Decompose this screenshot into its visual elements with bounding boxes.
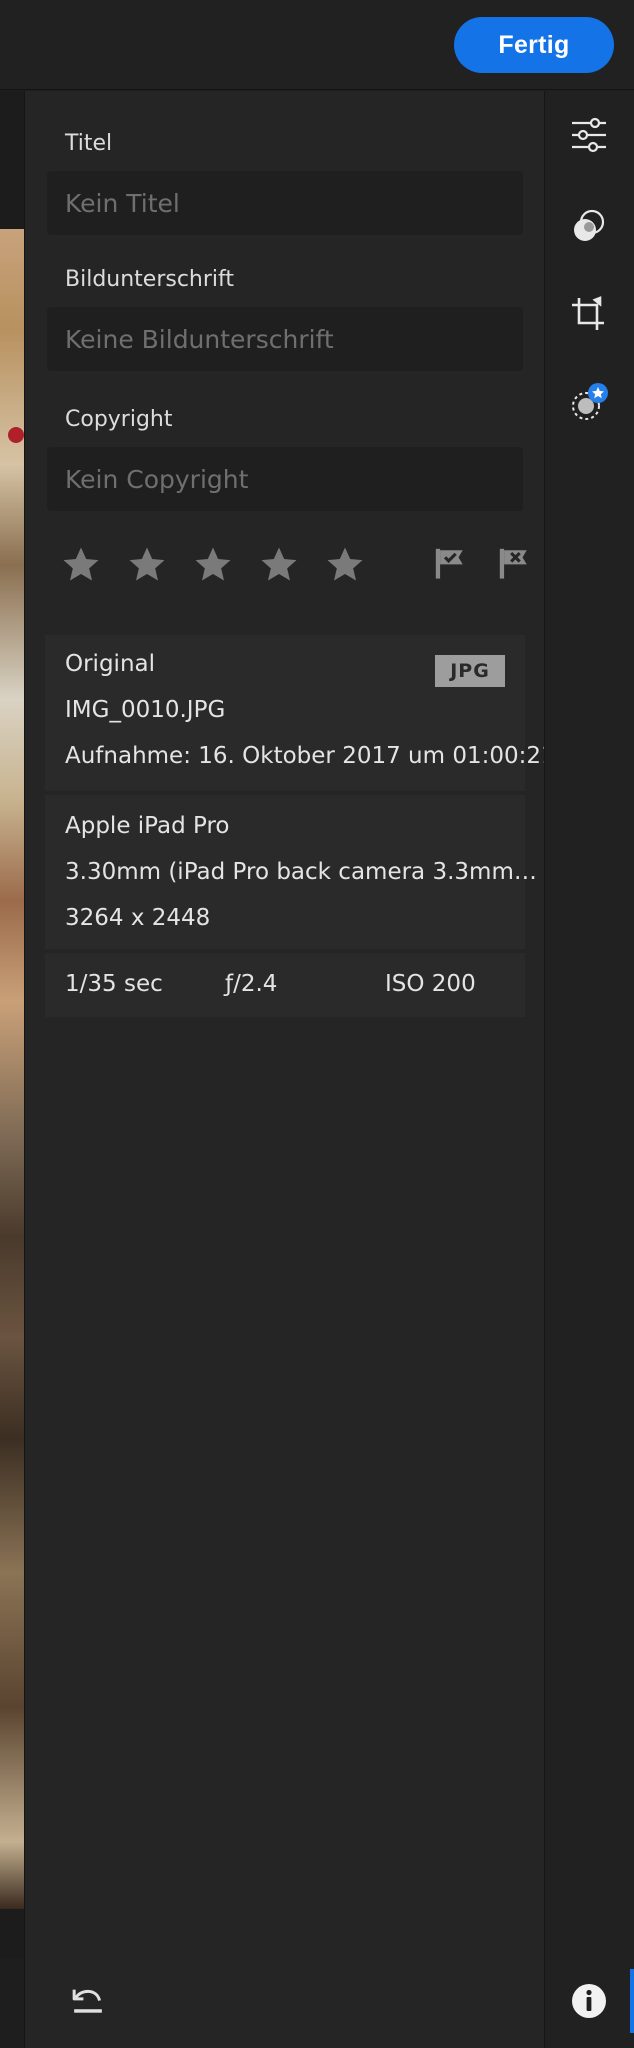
star-icon[interactable] — [61, 545, 101, 585]
photo-detail — [8, 427, 24, 443]
healing-icon[interactable] — [569, 383, 609, 423]
capture-date: Aufnahme: 16. Oktober 2017 um 01:00:21 — [65, 743, 556, 769]
copyright-field[interactable]: Kein Copyright — [47, 447, 523, 511]
active-tab-indicator — [630, 1969, 634, 2033]
exposure-info: 1/35 sec ƒ/2.4 ISO 200 — [45, 953, 525, 1017]
star-rating — [61, 545, 527, 585]
flag-reject-icon[interactable] — [497, 545, 531, 581]
filename: IMG_0010.JPG — [65, 697, 226, 723]
presets-icon[interactable] — [569, 206, 609, 246]
iso: ISO 200 — [385, 971, 476, 997]
star-icon[interactable] — [127, 545, 167, 585]
done-button[interactable]: Fertig — [454, 17, 614, 73]
camera-device: Apple iPad Pro — [65, 813, 230, 839]
title-field[interactable]: Kein Titel — [47, 171, 523, 235]
photo-image — [0, 229, 24, 1909]
star-icon[interactable] — [325, 545, 365, 585]
flag-pick-icon[interactable] — [433, 545, 467, 581]
sliders-icon[interactable] — [569, 115, 609, 155]
tool-rail — [544, 91, 634, 2048]
file-type-badge: JPG — [435, 655, 505, 687]
star-icon[interactable] — [193, 545, 233, 585]
aperture: ƒ/2.4 — [225, 971, 278, 997]
copyright-label: Copyright — [65, 407, 173, 432]
camera-info: Apple iPad Pro 3.30mm (iPad Pro back cam… — [45, 795, 537, 949]
caption-field[interactable]: Keine Bildunterschrift — [47, 307, 523, 371]
title-label: Titel — [65, 131, 113, 156]
info-icon[interactable] — [569, 1981, 609, 2021]
info-panel: Titel Kein Titel Bildunterschrift Keine … — [24, 91, 556, 2048]
original-heading: Original — [65, 651, 156, 677]
image-dimensions: 3264 x 2448 — [65, 905, 211, 931]
caption-label: Bildunterschrift — [65, 267, 235, 292]
shutter-speed: 1/35 sec — [65, 971, 163, 997]
top-bar: Fertig — [0, 0, 634, 90]
undo-icon[interactable] — [69, 1985, 107, 2015]
star-icon[interactable] — [259, 545, 299, 585]
lens-info: 3.30mm (iPad Pro back camera 3.3mm… — [65, 859, 537, 885]
original-info: Original JPG IMG_0010.JPG Aufnahme: 16. … — [45, 635, 556, 791]
photo-preview[interactable] — [0, 91, 24, 1959]
crop-icon[interactable] — [569, 295, 609, 335]
